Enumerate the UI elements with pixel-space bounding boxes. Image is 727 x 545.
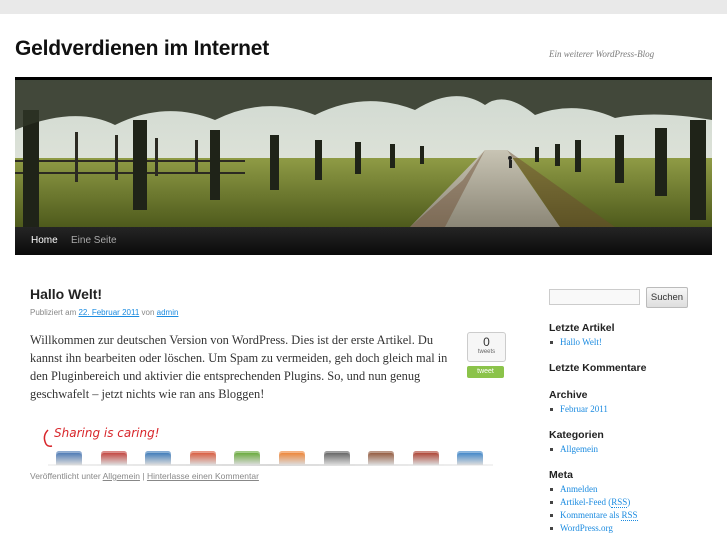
nav-item-home[interactable]: Home [31,227,58,255]
technorati-icon[interactable] [234,451,261,465]
post-footer: Veröffentlicht unter Allgemein | Hinterl… [30,471,259,481]
post-footer-separator: | [142,471,145,481]
sharing-swoosh-icon [43,429,53,447]
posterous-icon[interactable] [412,451,439,465]
post-title[interactable]: Hallo Welt! [30,286,102,302]
search-input[interactable] [549,289,640,305]
main-menu: Home Eine Seite [15,227,712,255]
meta-item-login[interactable]: Anmelden [549,483,638,496]
stumbleupon-icon[interactable] [145,451,172,465]
delicious-icon[interactable] [56,451,82,465]
post-meta-prefix: Publiziert am [30,308,77,317]
bookmark-icon[interactable] [457,451,484,465]
meta-item-comments-feed[interactable]: Kommentare als RSS [549,509,638,522]
widget-title-recent-comments: Letzte Kommentare [549,362,647,374]
post-footer-prefix: Veröffentlicht unter [30,471,101,481]
recent-posts-list: Hallo Welt! [549,336,602,349]
youtube-icon[interactable] [323,451,350,465]
tweet-count: 0 [483,335,490,349]
category-item[interactable]: Allgemein [549,443,598,456]
post-meta: Publiziert am 22. Februar 2011 von admin [30,308,178,317]
search-button[interactable]: Suchen [646,287,688,308]
meta-list: Anmelden Artikel-Feed (RSS) Kommentare a… [549,483,638,535]
meta-wordpress-org-text[interactable]: WordPress.org [560,523,613,533]
widget-title-archive: Archive [549,389,588,401]
nav-item-eine-seite[interactable]: Eine Seite [71,227,117,255]
sharing-label: Sharing is caring! [40,420,168,453]
digg-icon[interactable] [100,451,127,465]
widget-title-categories: Kategorien [549,429,604,441]
page: Geldverdienen im Internet Ein weiterer W… [0,14,727,545]
widget-title-recent-posts: Letzte Artikel [549,322,615,334]
tweet-button[interactable]: tweet [467,366,504,378]
header-image [15,80,712,227]
post-author-link[interactable]: admin [157,308,179,317]
widget-title-meta: Meta [549,469,573,481]
recent-post-item[interactable]: Hallo Welt! [549,336,602,349]
meta-item-article-feed[interactable]: Artikel-Feed (RSS) [549,496,638,509]
post-date-link[interactable]: 22. Februar 2011 [78,308,139,317]
blogger-icon[interactable] [279,451,305,465]
comment-link[interactable]: Hinterlasse einen Kommentar [147,471,259,481]
category-link[interactable]: Allgemein [103,471,140,481]
meta-item-wordpress-org[interactable]: WordPress.org [549,522,638,535]
rss-abbr: RSS [611,497,628,508]
post-meta-by: von [141,308,155,317]
meta-comments-feed-text[interactable]: Kommentare als [560,510,619,520]
site-title[interactable]: Geldverdienen im Internet [15,37,269,61]
rss-abbr: RSS [621,510,638,521]
site-description: Ein weiterer WordPress-Blog [549,49,655,59]
tweet-count-box: 0 tweets [467,332,506,362]
reddit-icon[interactable] [189,451,216,465]
meta-article-feed-text[interactable]: Artikel-Feed [560,497,606,507]
tweet-count-label: tweets [477,349,496,355]
post-content: Willkommen zur deutschen Version von Wor… [30,333,448,401]
archive-list: Februar 2011 [549,403,608,416]
meta-login-text[interactable]: Anmelden [560,484,598,494]
archive-item[interactable]: Februar 2011 [549,403,608,416]
sharing-label-text: Sharing is caring! [54,426,160,440]
categories-list: Allgemein [549,443,598,456]
myspace-icon[interactable] [368,451,395,465]
